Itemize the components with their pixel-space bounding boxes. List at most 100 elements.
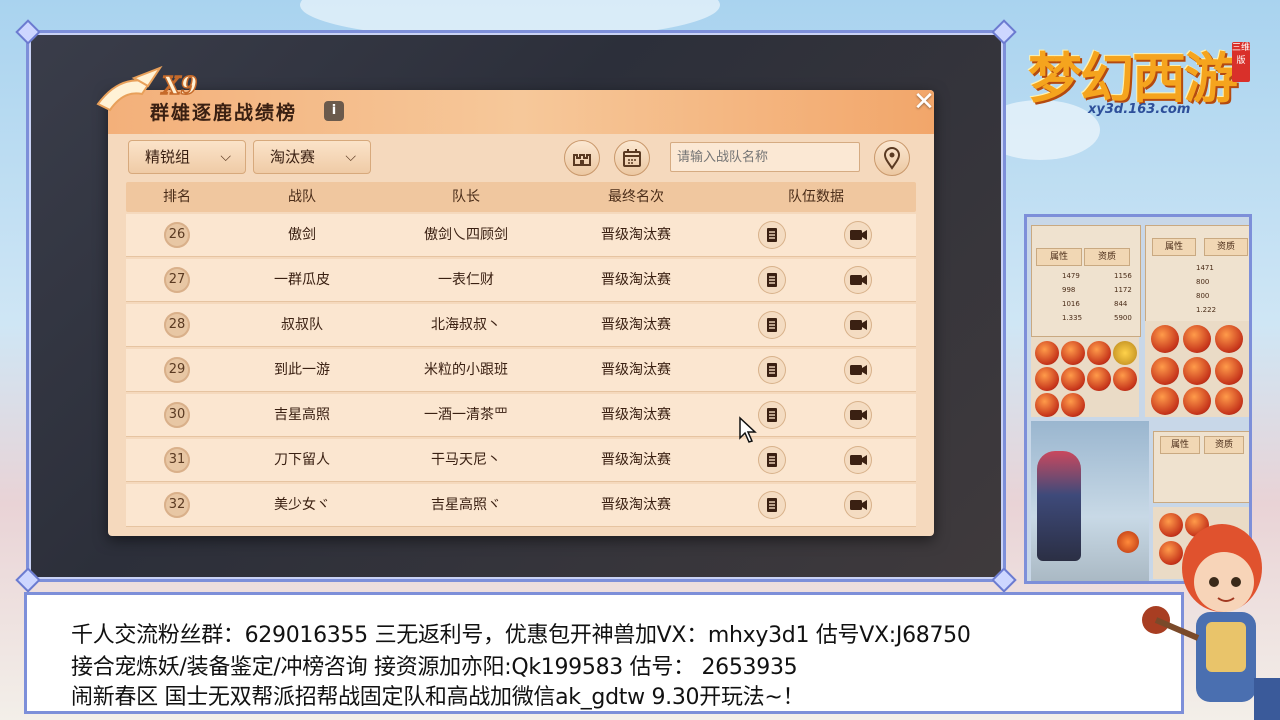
table-row: 29 到此一游 米粒的小跟班 晋级淘汰赛: [126, 349, 916, 392]
frame-corner: [15, 567, 41, 593]
skill-icon[interactable]: [1215, 325, 1243, 353]
stream-info-bar: 千人交流粉丝群：629016355 三无返利号，优惠包开神兽加VX：mhxy3d…: [24, 592, 1184, 714]
header-final-rank: 最终名次: [608, 189, 664, 205]
mascot-character: [1142, 524, 1280, 720]
captain-name: 一酒一清茶罒: [424, 407, 508, 423]
chevron-down-icon: ⌵: [345, 149, 356, 165]
tab-aptitude[interactable]: 资质: [1204, 238, 1248, 256]
details-button[interactable]: [758, 221, 786, 249]
stat-value: 1172: [1114, 286, 1132, 294]
info-line-3: 闹新春区 国士无双帮派招帮战固定队和高战加微信ak_gdtw 9.30开玩法~！: [71, 685, 805, 710]
header-team-data: 队伍数据: [788, 189, 844, 205]
frame-corner: [991, 19, 1017, 45]
panel-title: 群雄逐鹿战绩榜: [150, 102, 298, 124]
team-name: 吉星高照: [274, 407, 330, 423]
skill-icon[interactable]: [1087, 367, 1111, 391]
tab-aptitude[interactable]: 资质: [1204, 436, 1244, 454]
replay-button[interactable]: [844, 311, 872, 339]
replay-button[interactable]: [844, 221, 872, 249]
skill-icon[interactable]: [1151, 387, 1179, 415]
details-button[interactable]: [758, 401, 786, 429]
skill-icon[interactable]: [1061, 367, 1085, 391]
replay-button[interactable]: [844, 266, 872, 294]
location-button[interactable]: [874, 140, 910, 176]
skill-icon[interactable]: [1061, 393, 1085, 417]
rank-badge: 32: [164, 492, 190, 518]
stage-dropdown[interactable]: 淘汰赛 ⌵: [253, 140, 371, 174]
game-logo-tag: 三维版: [1232, 42, 1250, 82]
skill-icon[interactable]: [1113, 341, 1137, 365]
team-search-input[interactable]: [670, 142, 860, 172]
details-button[interactable]: [758, 491, 786, 519]
final-rank: 晋级淘汰赛: [601, 497, 671, 513]
skill-grid-left: [1031, 337, 1139, 417]
skill-icon[interactable]: [1035, 367, 1059, 391]
close-button[interactable]: ✕: [910, 88, 938, 116]
skill-icon[interactable]: [1183, 387, 1211, 415]
castle-icon: [573, 154, 591, 166]
skill-icon[interactable]: [1183, 325, 1211, 353]
replay-button[interactable]: [844, 446, 872, 474]
group-dropdown[interactable]: 精锐组 ⌵: [128, 140, 246, 174]
game-logo-url: xy3d.163.com: [1088, 102, 1191, 117]
replay-button[interactable]: [844, 356, 872, 384]
rank-badge: 29: [164, 357, 190, 383]
stat-value: 1156: [1114, 272, 1132, 280]
skill-icon[interactable]: [1035, 341, 1059, 365]
rank-badge: 30: [164, 402, 190, 428]
skill-grid-right: [1145, 321, 1249, 417]
skill-icon[interactable]: [1087, 341, 1111, 365]
skill-icon[interactable]: [1151, 357, 1179, 385]
details-button[interactable]: [758, 356, 786, 384]
stat-value: 1479: [1062, 272, 1080, 280]
leaderboard-rows: 26 傲剑 傲剑乀四顾剑 晋级淘汰赛 27 一群瓜皮 一表仁财 晋级淘汰赛 28…: [126, 214, 916, 529]
header-team: 战队: [288, 189, 316, 205]
video-camera-icon: [850, 410, 867, 420]
final-rank: 晋级淘汰赛: [601, 227, 671, 243]
table-header: 排名 战队 队长 最终名次 队伍数据: [126, 182, 916, 212]
final-rank: 晋级淘汰赛: [601, 317, 671, 333]
document-icon: [767, 273, 777, 287]
tab-aptitude[interactable]: 资质: [1084, 248, 1130, 266]
castle-button[interactable]: [564, 140, 600, 176]
group-dropdown-label: 精锐组: [145, 148, 191, 166]
tab-attributes[interactable]: 属性: [1152, 238, 1196, 256]
captain-name: 干马天尼丶: [431, 452, 501, 468]
replay-button[interactable]: [844, 401, 872, 429]
character-scene: [1031, 421, 1149, 581]
video-camera-icon: [850, 455, 867, 465]
skill-icon[interactable]: [1215, 387, 1243, 415]
calendar-button[interactable]: [614, 140, 650, 176]
leaderboard-panel: X9 群雄逐鹿战绩榜 i ✕ 精锐组 ⌵ 淘汰赛 ⌵ 请输入战队名称 排名 战队…: [96, 65, 935, 536]
skill-icon[interactable]: [1061, 341, 1085, 365]
table-row: 32 美少女ヾ 吉星高照ヾ 晋级淘汰赛: [126, 484, 916, 527]
video-camera-icon: [850, 275, 867, 285]
table-row: 28 叔叔队 北海叔叔丶 晋级淘汰赛: [126, 304, 916, 347]
document-icon: [767, 453, 777, 467]
skill-icon[interactable]: [1183, 357, 1211, 385]
skill-icon[interactable]: [1215, 357, 1243, 385]
document-icon: [767, 363, 777, 377]
final-rank: 晋级淘汰赛: [601, 362, 671, 378]
calendar-icon: [623, 149, 641, 167]
document-icon: [767, 318, 777, 332]
replay-button[interactable]: [844, 491, 872, 519]
header-captain: 队长: [452, 189, 480, 205]
details-button[interactable]: [758, 446, 786, 474]
tab-attributes[interactable]: 属性: [1160, 436, 1200, 454]
pet-stats-panel-right: 属性 资质 1471 800 800 1.222: [1145, 225, 1249, 323]
x9-logo-text: X9: [160, 71, 198, 100]
video-camera-icon: [850, 320, 867, 330]
stat-value: 1.335: [1062, 314, 1083, 322]
details-button[interactable]: [758, 311, 786, 339]
stage-dropdown-label: 淘汰赛: [270, 148, 316, 166]
info-icon[interactable]: i: [324, 101, 344, 121]
skill-icon[interactable]: [1151, 325, 1179, 353]
skill-icon[interactable]: [1035, 393, 1059, 417]
details-button[interactable]: [758, 266, 786, 294]
captain-name: 吉星高照ヾ: [431, 497, 501, 513]
stat-value: 844: [1114, 300, 1128, 308]
skill-icon[interactable]: [1113, 367, 1137, 391]
table-row: 30 吉星高照 一酒一清茶罒 晋级淘汰赛: [126, 394, 916, 437]
tab-attributes[interactable]: 属性: [1036, 248, 1082, 266]
